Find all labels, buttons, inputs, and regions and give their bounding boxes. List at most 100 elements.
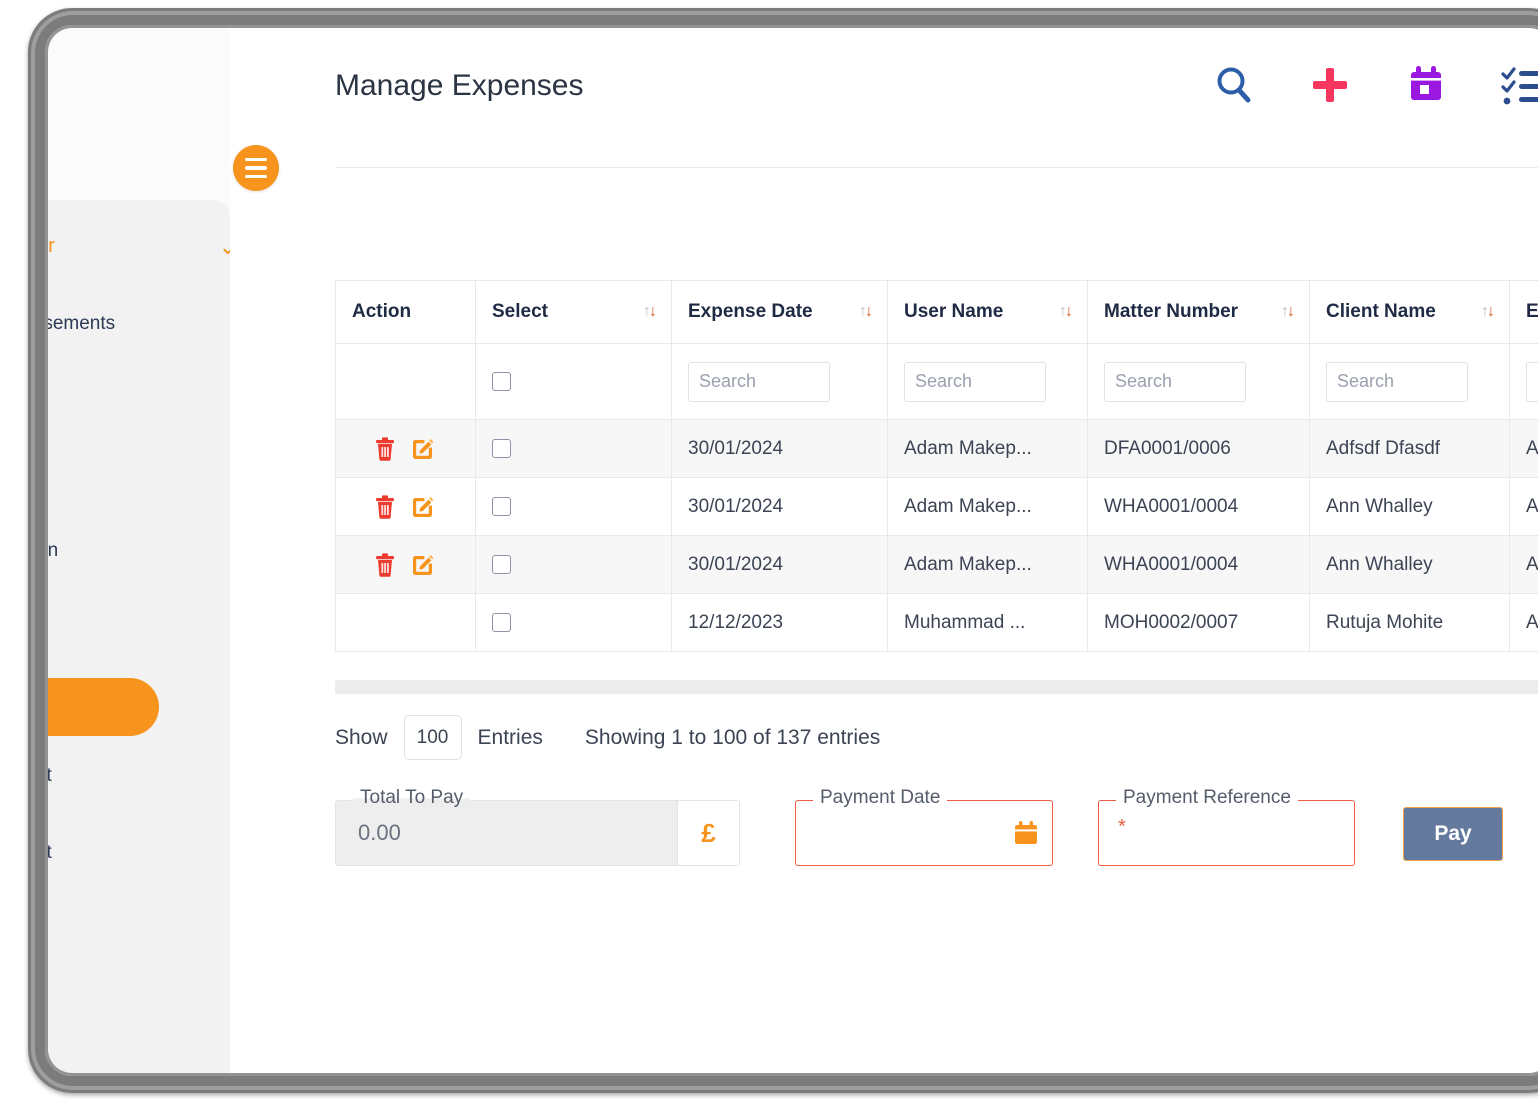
column-label: Matter Number [1104,301,1238,323]
sidebar-item-list-one[interactable]: st [45,765,52,787]
payment-reference-field[interactable]: Payment Reference * [1098,800,1355,866]
cell-select [476,420,672,478]
search-icon[interactable] [1212,63,1256,107]
cell-select [476,536,672,594]
search-input-user-name[interactable] [904,362,1046,402]
cell-user-name: Adam Makep... [888,536,1088,594]
filter-cell-expense-date [672,344,888,420]
top-bar-actions [1212,63,1538,107]
sort-arrows-icon[interactable]: ↑↓ [1281,303,1293,321]
cell-truncated: A/ [1510,420,1538,478]
sort-arrows-icon[interactable]: ↑↓ [1059,303,1071,321]
table-row[interactable]: 30/01/2024 Adam Makep... DFA0001/0006 Ad… [336,420,1538,478]
column-header-select[interactable]: Select ↑↓ [476,281,672,344]
column-header-user-name[interactable]: User Name ↑↓ [888,281,1088,344]
cell-action [336,594,476,652]
page-size-selector[interactable]: 100 [404,715,462,760]
sort-arrows-icon[interactable]: ↑↓ [643,303,655,321]
sidebar-item-allocation[interactable]: on [45,540,58,562]
total-to-pay-label: Total To Pay [353,787,470,809]
filter-cell-truncated [1510,344,1538,420]
table-row[interactable]: 12/12/2023 Muhammad ... MOH0002/0007 Rut… [336,594,1538,652]
row-select-checkbox[interactable] [492,439,511,458]
filter-cell-select [476,344,672,420]
table-row[interactable]: 30/01/2024 Adam Makep... WHA0001/0004 An… [336,536,1538,594]
delete-icon[interactable] [374,553,396,577]
edit-icon[interactable] [410,495,434,519]
filter-cell-matter-number [1088,344,1310,420]
cell-expense-date: 30/01/2024 [672,478,888,536]
column-header-truncated[interactable]: E [1510,281,1538,344]
cell-expense-date: 12/12/2023 [672,594,888,652]
sidebar-menu-panel: er ⌄ rsements on st st ⌄ [45,200,231,1076]
payment-date-label: Payment Date [813,787,947,809]
required-marker: * [1118,816,1126,839]
sidebar-item-disbursements[interactable]: rsements [45,313,115,335]
sidebar-item-active[interactable] [45,678,159,736]
payment-reference-label: Payment Reference [1116,787,1298,809]
cell-matter-number: WHA0001/0004 [1088,536,1310,594]
table-horizontal-scrollbar[interactable] [335,680,1538,694]
search-input-matter-number[interactable] [1104,362,1246,402]
hamburger-menu-button[interactable] [233,145,279,191]
cell-client-name: Ann Whalley [1310,536,1510,594]
cell-matter-number: MOH0002/0007 [1088,594,1310,652]
cell-client-name: Ann Whalley [1310,478,1510,536]
delete-icon[interactable] [374,437,396,461]
sort-arrows-icon[interactable]: ↑↓ [1481,303,1493,321]
calendar-icon[interactable] [1404,63,1448,107]
table-row[interactable]: 30/01/2024 Adam Makep... WHA0001/0004 An… [336,478,1538,536]
cell-action [336,420,476,478]
table-filter-row [336,344,1538,420]
top-bar: Manage Expenses [230,25,1538,143]
column-label: Action [352,301,411,323]
search-input-client-name[interactable] [1326,362,1468,402]
total-to-pay-box: 0.00 £ [335,800,740,866]
pay-button[interactable]: Pay [1403,807,1503,861]
edit-icon[interactable] [410,437,434,461]
expenses-table-container: Action Select ↑↓ Expense Date [335,280,1538,652]
column-label: E [1526,301,1538,323]
plus-icon[interactable] [1308,63,1352,107]
cell-truncated: A/ [1510,594,1538,652]
header-divider [335,167,1538,168]
cell-truncated: A/ [1510,478,1538,536]
app-logo: CK [45,85,47,124]
row-select-checkbox[interactable] [492,555,511,574]
checklist-icon[interactable] [1500,63,1538,107]
pagination-bar: Show 100 Entries Showing 1 to 100 of 137… [335,715,880,760]
select-all-checkbox[interactable] [492,372,511,391]
device-screen: CK ent er ⌄ rsements on st st ⌄ [45,25,1538,1076]
cell-client-name: Adfsdf Dfasdf [1310,420,1510,478]
column-header-client-name[interactable]: Client Name ↑↓ [1310,281,1510,344]
filter-cell-action [336,344,476,420]
cell-user-name: Adam Makep... [888,420,1088,478]
sidebar-group-header[interactable]: er ⌄ [45,235,237,258]
search-input-expense-date[interactable] [688,362,830,402]
cell-truncated: A/ [1510,536,1538,594]
column-header-expense-date[interactable]: Expense Date ↑↓ [672,281,888,344]
main-content: Manage Expenses [230,25,1538,1076]
delete-icon[interactable] [374,495,396,519]
edit-icon[interactable] [410,553,434,577]
payment-date-field[interactable]: Payment Date [795,800,1053,866]
cell-user-name: Muhammad ... [888,594,1088,652]
cell-user-name: Adam Makep... [888,478,1088,536]
entries-label: Entries [478,726,543,750]
column-label: Select [492,301,548,323]
row-select-checkbox[interactable] [492,497,511,516]
cell-select [476,594,672,652]
sort-arrows-icon[interactable]: ↑↓ [859,303,871,321]
payment-reference-input[interactable] [1098,800,1355,866]
page-title: Manage Expenses [335,69,584,103]
calendar-icon[interactable] [1013,820,1039,851]
row-select-checkbox[interactable] [492,613,511,632]
table-head: Action Select ↑↓ Expense Date [336,281,1538,344]
table-header-row: Action Select ↑↓ Expense Date [336,281,1538,344]
showing-entries-text: Showing 1 to 100 of 137 entries [585,726,880,750]
screenshot-root: CK ent er ⌄ rsements on st st ⌄ [0,0,1538,1114]
hamburger-bar [245,175,267,178]
search-input-truncated[interactable] [1526,362,1538,402]
column-header-matter-number[interactable]: Matter Number ↑↓ [1088,281,1310,344]
sidebar-item-list-two[interactable]: st [45,842,52,864]
